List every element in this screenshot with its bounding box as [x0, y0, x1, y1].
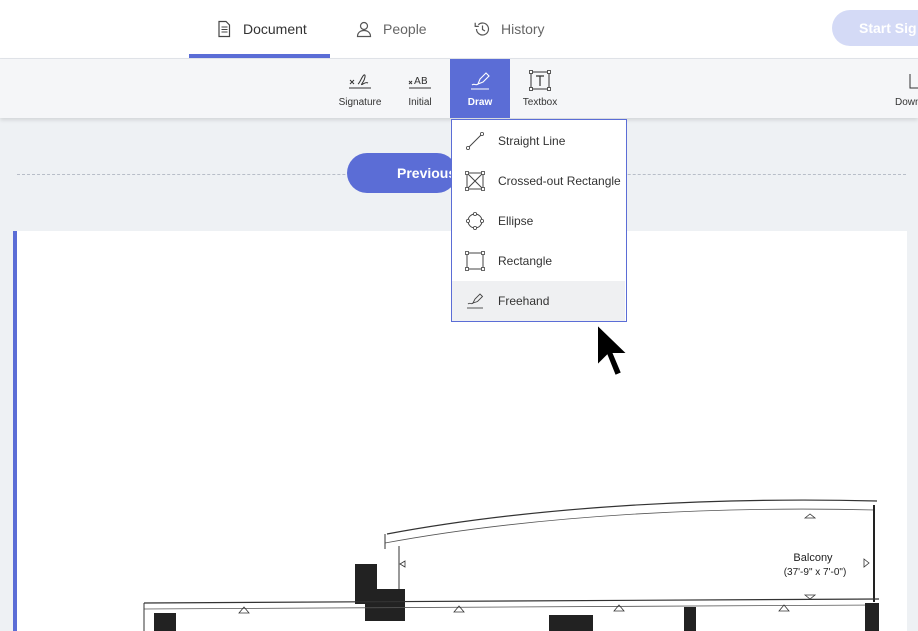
start-signing-button[interactable]: Start Sig — [832, 10, 918, 46]
menu-item-straight-line[interactable]: Straight Line — [452, 121, 625, 161]
svg-text:AB: AB — [414, 76, 428, 87]
menu-item-label: Straight Line — [498, 134, 566, 148]
menu-item-freehand[interactable]: Freehand — [452, 281, 625, 321]
draw-tool[interactable]: Draw — [450, 59, 510, 118]
balcony-dimensions: (37'-9" x 7'-0") — [784, 567, 847, 578]
person-icon — [356, 21, 372, 38]
menu-item-crossed-rectangle[interactable]: Crossed-out Rectangle — [452, 161, 625, 201]
menu-item-label: Freehand — [498, 294, 550, 308]
tool-label: Textbox — [522, 96, 558, 108]
download-icon — [909, 73, 918, 88]
ellipse-icon — [465, 211, 484, 230]
menu-item-rectangle[interactable]: Rectangle — [452, 241, 625, 281]
initial-icon: AB — [408, 76, 431, 88]
previous-button[interactable]: Previous — [347, 153, 457, 193]
document-icon — [218, 20, 231, 38]
tool-label: Draw — [467, 96, 493, 108]
tab-label: Document — [243, 21, 307, 37]
draw-shape-menu: Straight Line Crossed-out Rectangle Elli… — [451, 119, 627, 322]
top-header: Document People History Start Sig — [0, 0, 918, 59]
history-icon — [474, 22, 490, 36]
tab-label: History — [501, 21, 545, 37]
textbox-tool[interactable]: Textbox — [510, 59, 570, 118]
menu-item-ellipse[interactable]: Ellipse — [452, 201, 625, 241]
initial-tool[interactable]: AB Initial — [390, 59, 450, 118]
tool-bar: Signature AB Initial Draw Textbox Down — [0, 59, 918, 118]
menu-item-label: Ellipse — [498, 214, 534, 228]
straight-line-icon — [465, 131, 484, 150]
draw-pen-icon — [471, 71, 490, 90]
tab-label: People — [383, 21, 427, 37]
tab-history[interactable]: History — [473, 0, 545, 58]
signature-tool[interactable]: Signature — [330, 59, 390, 118]
menu-item-label: Rectangle — [498, 254, 553, 268]
tool-label: Signature — [338, 96, 382, 108]
rectangle-icon — [465, 251, 485, 271]
menu-item-label: Crossed-out Rectangle — [498, 174, 621, 188]
balcony-label: Balcony — [793, 552, 833, 564]
tab-document[interactable]: Document — [189, 0, 330, 58]
textbox-icon — [529, 69, 551, 91]
download-tool[interactable]: Down — [888, 59, 918, 118]
crossed-rectangle-icon — [465, 171, 485, 191]
signature-icon — [349, 73, 371, 88]
tool-label: Down — [895, 96, 918, 108]
tab-people[interactable]: People — [355, 0, 427, 58]
mouse-cursor-icon — [596, 322, 631, 378]
tool-label: Initial — [408, 96, 432, 108]
freehand-icon — [467, 293, 484, 309]
